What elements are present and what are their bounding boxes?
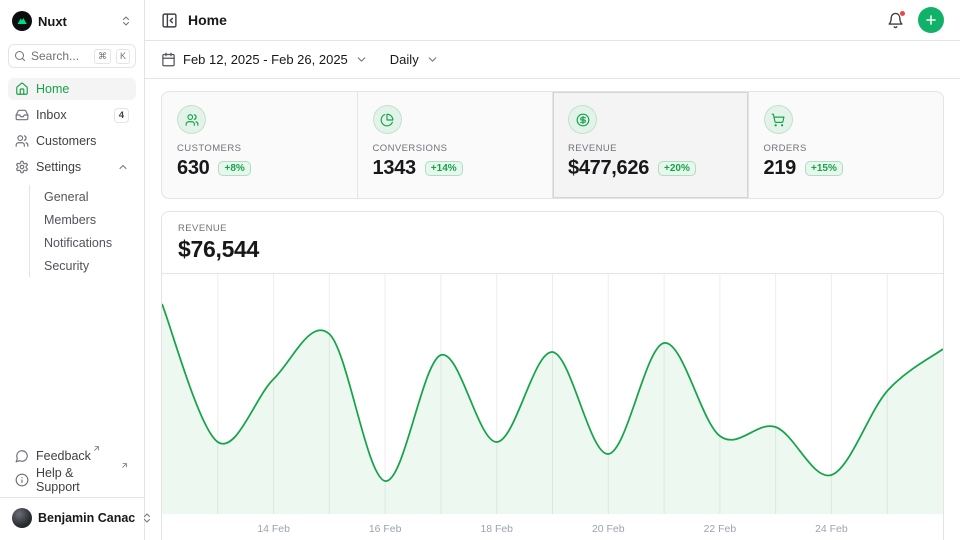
stat-card-customers[interactable]: CUSTOMERS 630 +8% <box>162 92 357 198</box>
gear-icon <box>15 160 29 174</box>
page-title: Home <box>188 12 227 28</box>
sidebar: Nuxt Search... ⌘ K Home <box>0 0 145 540</box>
search-input[interactable]: Search... ⌘ K <box>8 44 136 68</box>
kbd-k: K <box>116 49 130 64</box>
calendar-icon <box>161 52 176 67</box>
avatar <box>12 508 32 528</box>
chat-bubble-icon <box>15 449 29 463</box>
x-tick-label: 24 Feb <box>815 524 848 535</box>
granularity-value: Daily <box>390 52 419 67</box>
workspace-picker[interactable]: Nuxt <box>8 8 136 34</box>
chart-total-value: $76,544 <box>178 236 927 263</box>
sidebar-item-label: Feedback <box>36 449 91 463</box>
notifications-button[interactable] <box>887 12 904 29</box>
date-range-value: Feb 12, 2025 - Feb 26, 2025 <box>183 52 348 67</box>
app-window: Nuxt Search... ⌘ K Home <box>0 0 960 540</box>
kbd-meta: ⌘ <box>94 49 111 64</box>
chart-header: REVENUE $76,544 <box>162 212 943 274</box>
search-placeholder: Search... <box>31 49 89 63</box>
search-icon <box>14 50 26 62</box>
inbox-icon <box>15 108 29 122</box>
sidebar-item-help-support[interactable]: Help & Support <box>8 469 136 491</box>
revenue-chart-card: REVENUE $76,544 14 Feb 16 Feb 18 Feb 20 Feb… <box>161 211 944 540</box>
sidebar-item-label: Help & Support <box>36 466 119 494</box>
sidebar-footer-links: Feedback Help & Support <box>8 445 136 497</box>
stat-delta-badge: +14% <box>425 161 463 176</box>
panel-left-close-icon <box>161 12 178 29</box>
topbar-actions <box>887 7 944 33</box>
stat-label: CONVERSIONS <box>373 143 538 154</box>
stat-delta-badge: +20% <box>658 161 696 176</box>
user-name: Benjamin Canac <box>38 511 135 525</box>
x-tick-label: 16 Feb <box>369 524 402 535</box>
user-menu[interactable]: Benjamin Canac <box>8 505 136 531</box>
nuxt-logo-icon <box>12 11 32 31</box>
plus-icon <box>924 13 938 27</box>
stat-label: CUSTOMERS <box>177 143 342 154</box>
chart-metric-label: REVENUE <box>178 223 927 234</box>
add-button[interactable] <box>918 7 944 33</box>
stat-card-orders[interactable]: ORDERS 219 +15% <box>749 92 944 198</box>
stat-delta-badge: +15% <box>805 161 843 176</box>
sidebar-item-inbox[interactable]: Inbox 4 <box>8 104 136 126</box>
home-icon <box>15 82 29 96</box>
stat-label: ORDERS <box>764 143 929 154</box>
notification-dot <box>899 10 906 17</box>
dashboard-content: CUSTOMERS 630 +8% CONVERSIONS 1343 +14% <box>145 79 960 540</box>
x-tick-label: 20 Feb <box>592 524 625 535</box>
revenue-area-chart: 14 Feb 16 Feb 18 Feb 20 Feb 22 Feb 24 Feb <box>162 274 943 540</box>
collapse-sidebar-button[interactable] <box>161 12 178 29</box>
top-header: Home <box>145 0 960 41</box>
filter-toolbar: Feb 12, 2025 - Feb 26, 2025 Daily <box>145 41 960 79</box>
stat-card-conversions[interactable]: CONVERSIONS 1343 +14% <box>358 92 553 198</box>
stat-delta-badge: +8% <box>218 161 250 176</box>
stats-row: CUSTOMERS 630 +8% CONVERSIONS 1343 +14% <box>161 91 944 199</box>
pie-chart-icon <box>373 105 402 134</box>
chevrons-up-down-icon <box>120 15 132 27</box>
inbox-unread-badge: 4 <box>114 108 129 123</box>
users-icon <box>15 134 29 148</box>
date-range-picker[interactable]: Feb 12, 2025 - Feb 26, 2025 <box>161 52 368 67</box>
workspace-name: Nuxt <box>38 14 114 29</box>
sidebar-item-label: Customers <box>36 134 96 148</box>
stat-label: REVENUE <box>568 143 733 154</box>
sidebar-subitem-security[interactable]: Security <box>30 254 136 277</box>
sidebar-item-label: Inbox <box>36 108 67 122</box>
stat-value: 1343 <box>373 157 416 180</box>
x-tick-label: 22 Feb <box>704 524 737 535</box>
sidebar-item-home[interactable]: Home <box>8 78 136 100</box>
sidebar-user-section: Benjamin Canac <box>0 497 144 536</box>
stat-value: $477,626 <box>568 157 649 180</box>
sidebar-item-label: Settings <box>36 160 81 174</box>
users-icon <box>177 105 206 134</box>
sidebar-subitem-general[interactable]: General <box>30 185 136 208</box>
sidebar-spacer <box>8 277 136 445</box>
granularity-select[interactable]: Daily <box>390 52 439 67</box>
sidebar-item-settings[interactable]: Settings <box>8 156 136 178</box>
x-tick-label: 14 Feb <box>257 524 290 535</box>
x-tick-label: 18 Feb <box>480 524 513 535</box>
info-circle-icon <box>15 473 29 487</box>
chevron-up-icon <box>117 161 129 173</box>
sidebar-item-customers[interactable]: Customers <box>8 130 136 152</box>
external-link-icon <box>119 466 129 494</box>
external-link-icon <box>91 449 101 463</box>
stat-card-revenue[interactable]: REVENUE $477,626 +20% <box>553 92 748 198</box>
stat-value: 630 <box>177 157 209 180</box>
sidebar-subitem-notifications[interactable]: Notifications <box>30 231 136 254</box>
settings-subnav: General Members Notifications Security <box>29 185 136 277</box>
shopping-cart-icon <box>764 105 793 134</box>
sidebar-item-label: Home <box>36 82 69 96</box>
sidebar-subitem-members[interactable]: Members <box>30 208 136 231</box>
chevron-down-icon <box>426 53 439 66</box>
stat-value: 219 <box>764 157 796 180</box>
main-panel: Home Feb 12, 2025 - Feb 26, 2025 <box>145 0 960 540</box>
sidebar-item-feedback[interactable]: Feedback <box>8 445 136 467</box>
chevron-down-icon <box>355 53 368 66</box>
dollar-circle-icon <box>568 105 597 134</box>
sidebar-nav: Home Inbox 4 Customers Settings <box>8 78 136 277</box>
